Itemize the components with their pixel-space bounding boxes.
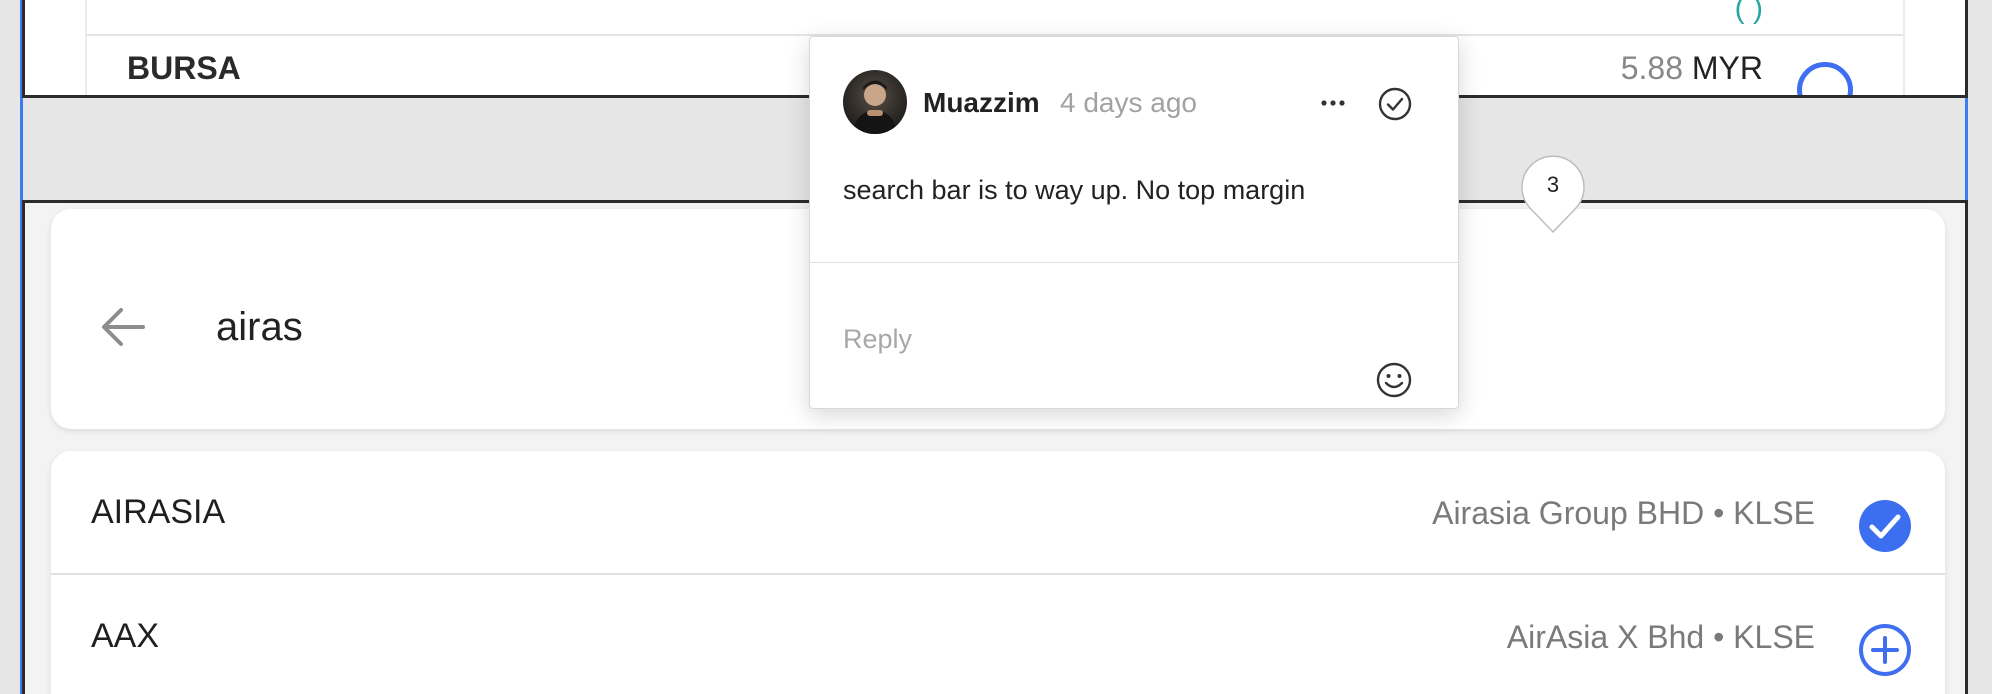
plus-circle-icon[interactable] [1858, 623, 1912, 677]
list-item[interactable]: AIRASIA Airasia Group BHD • KLSE [51, 451, 1945, 575]
arrow-left-icon[interactable] [99, 305, 147, 349]
result-description: AirAsia X Bhd • KLSE [1506, 619, 1815, 655]
partial-change-text: ( ) [1734, 0, 1763, 25]
search-results-list: AIRASIA Airasia Group BHD • KLSE AAX Air… [51, 451, 1945, 694]
avatar [843, 70, 907, 134]
ellipsis-icon[interactable] [1315, 91, 1351, 115]
search-input[interactable] [216, 299, 816, 355]
check-circle-icon[interactable] [1858, 499, 1912, 553]
comment-pin-number: 3 [1546, 172, 1560, 197]
comment-popover: Muazzim 4 days ago search bar is to way … [809, 36, 1459, 409]
result-ticker: AIRASIA [91, 493, 226, 531]
comment-timestamp: 4 days ago [1060, 87, 1197, 118]
list-item[interactable]: AAX AirAsia X Bhd • KLSE [51, 575, 1945, 694]
person-silhouette-icon [853, 80, 897, 134]
result-ticker: AAX [91, 617, 160, 655]
result-description: Airasia Group BHD • KLSE [1432, 495, 1815, 531]
smiley-icon[interactable] [1374, 360, 1414, 400]
price-currency: MYR [1691, 50, 1763, 86]
price-value: 5.88 [1620, 50, 1683, 86]
watchlist-ticker: BURSA [127, 50, 241, 86]
plus-circle-icon[interactable] [1797, 62, 1853, 95]
watchlist-price: 5.88 MYR [1621, 50, 1763, 87]
comment-author: Muazzim [923, 87, 1040, 118]
reply-input[interactable] [843, 319, 1323, 359]
popover-divider [810, 262, 1458, 263]
comment-text: search bar is to way up. No top margin [843, 175, 1306, 205]
check-circle-outline-icon[interactable] [1376, 85, 1414, 123]
